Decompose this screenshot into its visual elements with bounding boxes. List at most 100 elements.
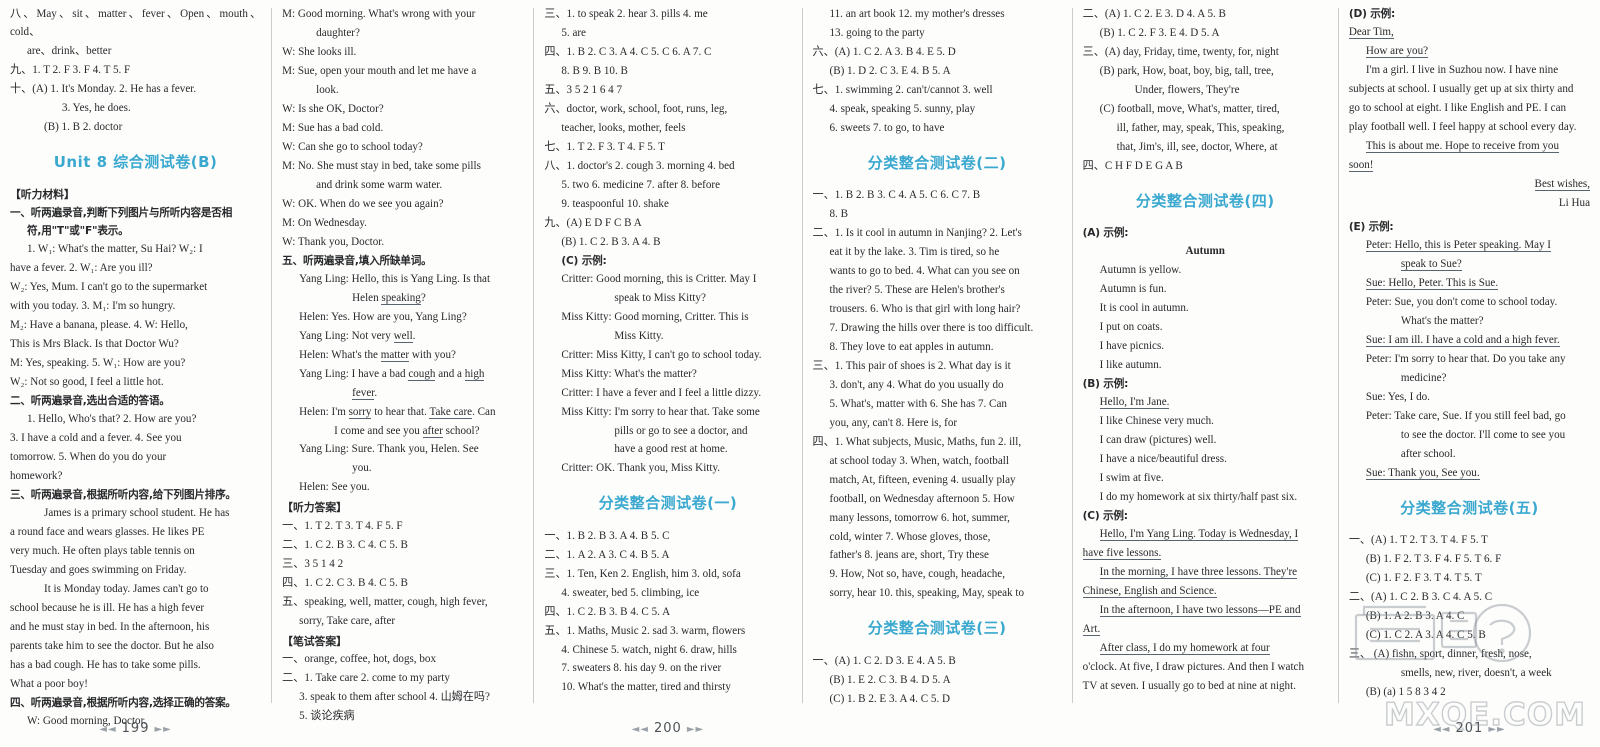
section-heading-fenlei-3: 分类整合测试卷(三) <box>867 619 1007 638</box>
script-line: and drink some warm water. <box>316 178 443 191</box>
answer-line: 3. don't, any 4. What do you usually do <box>829 378 1004 391</box>
example-line: After class, I do my homework at four <box>1083 640 1328 658</box>
prev-page-arrows[interactable]: ◄◄ <box>632 724 649 735</box>
answer-line: trousers. 6. Who is that girl with long … <box>829 302 1021 315</box>
prev-page-arrows[interactable]: ◄◄ <box>99 724 116 735</box>
next-page-arrows[interactable]: ►► <box>154 724 171 735</box>
dialogue-text: ? <box>420 291 426 304</box>
dialogue-line: Sue: I am ill. I have a cold and a high … <box>1349 332 1590 350</box>
letter-line: subjects at school. I usually get up at … <box>1348 83 1574 96</box>
script-line: M₂: Have a banana, please. 4. W: Hello, <box>10 318 188 331</box>
section-heading-fenlei-5: 分类整合测试卷(五) <box>1400 498 1539 517</box>
dialogue-line: Miss Kitty. <box>614 329 664 342</box>
dialogue-text: . Can <box>472 405 496 418</box>
dialogue-text: with you? <box>409 348 456 361</box>
answer-line: 四、1. B 2. C 3. A 4. C 5. C 6. A 7. C <box>544 45 712 58</box>
script-line: with you today. 3. M₁: I'm so hungry. <box>10 299 176 312</box>
blank-answer: Hello, I'm Jane. <box>1099 396 1170 410</box>
answer-key-page: 八、May、sit、matter、fever、Open、mouth、cold、 … <box>0 0 1600 747</box>
dialogue-line: Peter: Take care, Sue. If you still feel… <box>1365 409 1566 422</box>
column-2: 快对快对快对 快对快对快对 M: Good morning. What's wr… <box>272 0 533 747</box>
column-5: 二、(A) 1. C 2. E 3. D 4. A 5. B (B) 1. C … <box>1073 0 1338 747</box>
answer-line: (B) 1. C 2. F 3. E 4. D 5. A <box>1099 26 1220 39</box>
answer-line: 二、(A) 1. C 2. E 3. D 4. A 5. B <box>1082 8 1226 20</box>
dialogue-text: and a <box>435 367 465 380</box>
answer-line: 三、1. Ten, Ken 2. English, him 3. old, so… <box>544 567 741 580</box>
blank-answer: sorry <box>348 405 372 419</box>
answer-line: (C) 示例: <box>561 254 607 267</box>
question-heading: 四、听两遍录音,根据所听内容,选择正确的答案。 <box>10 696 236 709</box>
script-line: 1. Hello, Who's that? 2. How are you? <box>27 412 197 425</box>
column-6: (D) 示例: Dear Tim, How are you? I'm a gir… <box>1339 0 1600 747</box>
pager-201[interactable]: ◄◄ 201 ►► <box>1339 718 1600 739</box>
answer-line: smells, new, river, doesn't, a week <box>1400 666 1552 679</box>
script-line: M: Good morning. What's wrong with your <box>282 8 476 20</box>
dialogue-line: Helen speaking? <box>282 290 523 308</box>
dialogue-line: Peter: Hello, this is Peter speaking. Ma… <box>1349 237 1590 255</box>
dialogue-line: you. <box>352 462 372 475</box>
answer-line: 六、doctor, work, school, foot, runs, leg, <box>544 102 728 115</box>
heading-text: 分类整合测试卷(一) <box>598 494 738 513</box>
question-heading: 五、听两遍录音,填入所缺单词。 <box>282 254 432 267</box>
blank-answer: Sue: Thank you, See you. <box>1365 466 1480 480</box>
example-label-e: (E) 示例: <box>1348 220 1394 233</box>
dialogue-line: to see the doctor. I'll come to see you <box>1400 428 1566 441</box>
answer-line: teacher, looks, mother, feels <box>561 121 686 134</box>
answer-line: 一、1. T 2. T 3. T 4. F 5. F <box>282 519 403 532</box>
answer-line: football, on Wednesday afternoon 5. How <box>829 492 1015 505</box>
answer-line: 三、1. to speak 2. hear 3. pills 4. me <box>544 8 708 20</box>
example-label-a: (A) 示例: <box>1082 227 1129 240</box>
next-page-arrows[interactable]: ►► <box>1488 724 1505 735</box>
answer-line: (B) (a) 1 5 8 3 4 2 <box>1365 685 1446 698</box>
answer-line: eat it by the lake. 3. Tim is tired, so … <box>829 245 1000 258</box>
pager-200[interactable]: ◄◄ 200 ►► <box>534 718 801 739</box>
answer-line: 8. B <box>829 208 849 221</box>
section-heading-fenlei-2: 分类整合测试卷(二) <box>867 153 1007 172</box>
answer-line: 5. two 6. medicine 7. after 8. before <box>561 178 720 191</box>
answer-line: 七、1. swimming 2. can't/cannot 3. well <box>812 83 993 96</box>
blank-answer: Best wishes, <box>1534 177 1591 191</box>
script-line: W: Thank you, Doctor. <box>282 235 385 248</box>
example-line: I do my homework at six thirty/half past… <box>1099 490 1298 503</box>
dialogue-line: after school. <box>1400 447 1456 460</box>
script-line: parents take him to see the doctor. But … <box>10 639 214 652</box>
script-line: W: OK. When do we see you again? <box>282 197 444 210</box>
blank-answer: cough <box>408 367 436 381</box>
answer-line: that, Jim's, ill, see, doctor, Where, at <box>1116 140 1278 153</box>
answer-line: (B) 1. E 2. C 3. B 4. D 5. A <box>829 673 951 686</box>
script-line: M: Sue, open your mouth and let me have … <box>282 64 477 77</box>
answer-line: 8. They love to eat apples in autumn. <box>829 340 994 353</box>
script-line: very much. He often plays table tennis o… <box>10 544 195 557</box>
written-answers-label: 【笔试答案】 <box>282 634 347 648</box>
answer-line: (C) football, move, What's, matter, tire… <box>1099 102 1280 115</box>
dialogue-line: Yang Ling: Hello, this is Yang Ling. Is … <box>282 271 523 289</box>
answer-line: 13. going to the party <box>829 26 925 39</box>
answer-line: sorry, Take care, after <box>299 614 396 627</box>
answer-line: 5. What's, matter with 6. She has 7. Can <box>829 397 1007 410</box>
prev-page-arrows[interactable]: ◄◄ <box>1433 724 1450 735</box>
pager-199[interactable]: ◄◄ 199 ►► <box>0 718 271 739</box>
letter-line: How are you? <box>1349 43 1590 61</box>
answer-line: 6. sweets 7. to go, to have <box>829 121 945 134</box>
dialogue-line: Sue: Hello, Peter. This is Sue. <box>1349 275 1590 293</box>
blank-answer: have five lessons. <box>1082 547 1162 561</box>
dialogue-line: have a good rest at home. <box>614 443 728 456</box>
answer-line: 一、1. B 2. B 3. A 4. B 5. C <box>544 529 670 542</box>
script-line: 1. W₁: What's the matter, Su Hai? W₂: I <box>27 242 203 255</box>
dialogue-line: Yang Ling: Not very well. <box>282 328 523 346</box>
poem-line: It is cool in autumn. <box>1099 302 1189 315</box>
next-page-arrows[interactable]: ►► <box>687 724 704 735</box>
answer-line: 五、3 5 2 1 6 4 7 <box>544 83 623 96</box>
script-line: school because he is ill. He has a high … <box>10 601 205 614</box>
dialogue-line: speak to Sue? <box>1349 256 1590 274</box>
dialogue-line: pills or go to see a doctor, and <box>614 424 748 437</box>
blank-answer: speaking <box>381 291 421 305</box>
answer-line: match, At, fifteen, evening 4. usually p… <box>829 473 1016 486</box>
answer-line: 六、(A) 1. C 2. A 3. B 4. E 5. D <box>812 45 956 58</box>
letter-line: soon! <box>1348 157 1590 175</box>
dialogue-text: . <box>374 386 378 399</box>
section-heading-unit8: Unit 8 综合测试卷(B) <box>53 152 218 171</box>
question-heading: 二、听两遍录音,选出合适的答语。 <box>10 394 170 407</box>
blank-answer: well <box>393 329 413 343</box>
answer-line: sorry, hear 10. this, speaking, May, spe… <box>829 587 1025 600</box>
